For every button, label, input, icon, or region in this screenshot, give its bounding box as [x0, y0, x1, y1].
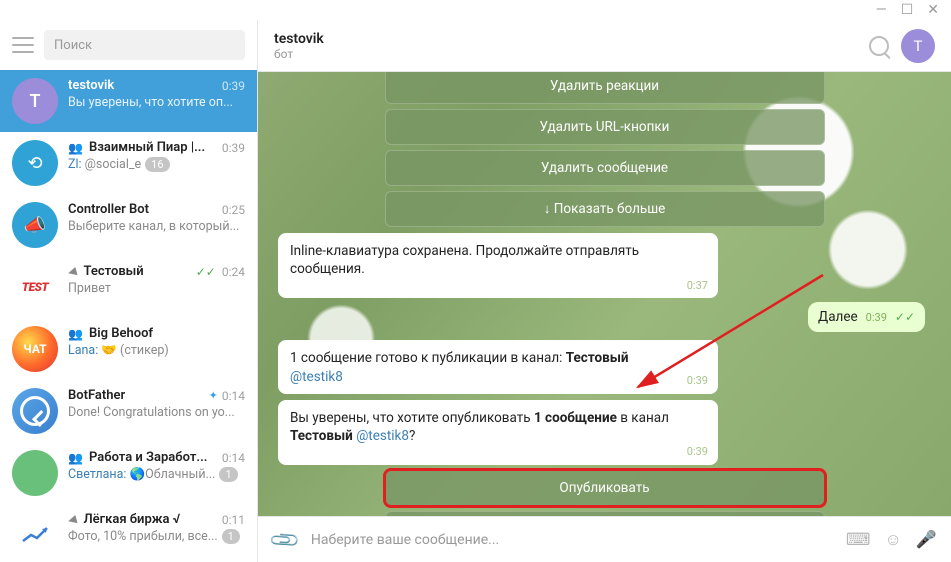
message-input[interactable]: Наберите ваше сообщение... — [311, 532, 832, 548]
chat-list-item[interactable]: Ttestovik 0:39 Вы уверены, что хотите оп..… — [0, 70, 257, 132]
chat-preview: Привет — [68, 281, 245, 296]
search-input[interactable]: Поиск — [44, 30, 245, 60]
read-checks-icon: ✓✓ — [196, 265, 216, 279]
chat-title: testovik — [274, 31, 324, 47]
chat-name: Лёгкая биржа √ — [83, 512, 217, 527]
chat-name: Big Behoof — [89, 326, 241, 341]
message-time: 0:37 — [687, 279, 708, 294]
chat-preview: Светлана: 🌎Облачный...1 — [68, 467, 245, 482]
avatar: TEST — [12, 264, 58, 310]
avatar — [12, 512, 58, 558]
chat-list-item[interactable]: ◀ Лёгкая биржа √ 0:11 Фото, 10% прибыли, вс… — [0, 504, 257, 562]
menu-icon[interactable] — [12, 37, 34, 53]
group-icon: 👥 — [68, 327, 83, 341]
chat-time: 0:14 — [222, 451, 245, 465]
avatar: T — [12, 78, 58, 124]
avatar — [12, 450, 58, 496]
inline-button[interactable]: Удалить сообщение — [385, 150, 825, 186]
chat-preview: Выберите канал, в который... — [68, 219, 245, 234]
read-checks-icon: ✓✓ — [895, 310, 915, 324]
chat-list-item[interactable]: BotFather ✦ 0:14 Done! Congratulations on y… — [0, 380, 257, 442]
avatar: ⟲ — [12, 140, 58, 186]
unread-badge: 1 — [222, 529, 240, 544]
chat-name: testovik — [68, 78, 218, 93]
chat-preview: Вы уверены, что хотите оп... — [68, 95, 245, 110]
message-time: 0:39 — [866, 311, 887, 324]
chat-name: Работа и Заработ... — [89, 450, 218, 465]
chat-time: 0:39 — [222, 79, 245, 93]
chat-preview: Zl: @social_e16 — [68, 157, 245, 172]
channel-icon: ◀ — [66, 264, 78, 279]
unread-badge: 1 — [219, 467, 237, 482]
chat-time: 0:39 — [222, 141, 245, 155]
message-incoming: Inline-клавиатура сохранена. Продолжайте… — [278, 233, 718, 298]
chat-avatar[interactable]: T — [901, 29, 935, 63]
bot-keyboard-icon[interactable]: ⌨ — [846, 530, 871, 550]
unread-badge: 16 — [145, 157, 169, 172]
chat-list-item[interactable]: 📣 Controller Bot 0:25 Выберите канал, в кот… — [0, 194, 257, 256]
chat-list-item[interactable]: ЧАТ 👥 Big Behoof Lana: 🤝 (стикер) — [0, 318, 257, 380]
chat-name: Тестовый — [83, 264, 191, 279]
message-time: 0:39 — [687, 445, 708, 460]
avatar: ЧАТ — [12, 326, 58, 372]
avatar — [12, 388, 58, 434]
chat-time: 0:25 — [222, 203, 245, 217]
chat-preview: Lana: 🤝 (стикер) — [68, 343, 245, 358]
chat-time: 0:24 — [222, 265, 245, 279]
avatar: 📣 — [12, 202, 58, 248]
sidebar: Поиск Ttestovik 0:39 Вы уверены, что хотит… — [0, 20, 258, 562]
main-panel: testovik бот T Удалить реакции Удалить U… — [258, 20, 951, 562]
window-controls: — ☐ ✕ — [0, 0, 951, 20]
chat-time: 0:11 — [222, 513, 245, 527]
channel-icon: ◀ — [66, 512, 78, 527]
channel-link[interactable]: @testik8 — [290, 369, 343, 385]
chat-list-item[interactable]: 👥 Работа и Заработ... 0:14 Светлана: 🌎Облач… — [0, 442, 257, 504]
inline-button[interactable]: ↓ Показать больше — [385, 191, 825, 227]
group-icon: 👥 — [68, 141, 83, 155]
chat-name: BotFather — [68, 388, 205, 403]
close-button[interactable]: ✕ — [927, 2, 939, 18]
group-icon: 👥 — [68, 451, 83, 465]
chat-time: 0:14 — [222, 389, 245, 403]
search-icon[interactable] — [869, 36, 889, 56]
verified-icon: ✦ — [209, 389, 218, 402]
inline-button[interactable]: Удалить URL-кнопки — [385, 109, 825, 145]
publish-button[interactable]: Опубликовать — [385, 470, 825, 506]
message-time: 0:39 — [687, 374, 708, 389]
chat-name: Взаимный Пиар |... — [89, 140, 218, 155]
inline-button[interactable]: Удалить реакции — [385, 72, 825, 104]
message-incoming: Вы уверены, что хотите опубликовать 1 со… — [278, 400, 718, 465]
message-incoming: 1 сообщение готово к публикации в канал:… — [278, 340, 718, 393]
maximize-button[interactable]: ☐ — [901, 2, 914, 18]
chat-preview: Фото, 10% прибыли, все...1 — [68, 529, 245, 544]
microphone-icon[interactable]: 🎤 — [916, 530, 937, 550]
chat-preview: Done! Congratulations on yo... — [68, 405, 245, 420]
emoji-icon[interactable]: ☺ — [884, 530, 901, 550]
attach-icon[interactable]: 📎 — [267, 522, 302, 557]
message-outgoing: Далее 0:39 ✓✓ — [808, 302, 925, 332]
chat-list-item[interactable]: ⟲ 👥 Взаимный Пиар |... 0:39 Zl: @social_e16 — [0, 132, 257, 194]
minimize-button[interactable]: — — [876, 2, 887, 18]
message-composer: 📎 Наберите ваше сообщение... ⌨ ☺ 🎤 — [258, 516, 951, 562]
chat-list-item[interactable]: TEST ◀ Тестовый ✓✓ 0:24 Привет — [0, 256, 257, 318]
chat-list: Ttestovik 0:39 Вы уверены, что хотите оп..… — [0, 70, 257, 562]
chat-name: Controller Bot — [68, 202, 218, 217]
channel-link[interactable]: @testik8 — [356, 428, 409, 444]
chat-subtitle: бот — [274, 47, 324, 61]
cancel-button[interactable]: Отмена — [385, 511, 825, 516]
chat-area: Удалить реакции Удалить URL-кнопки Удали… — [258, 72, 951, 516]
